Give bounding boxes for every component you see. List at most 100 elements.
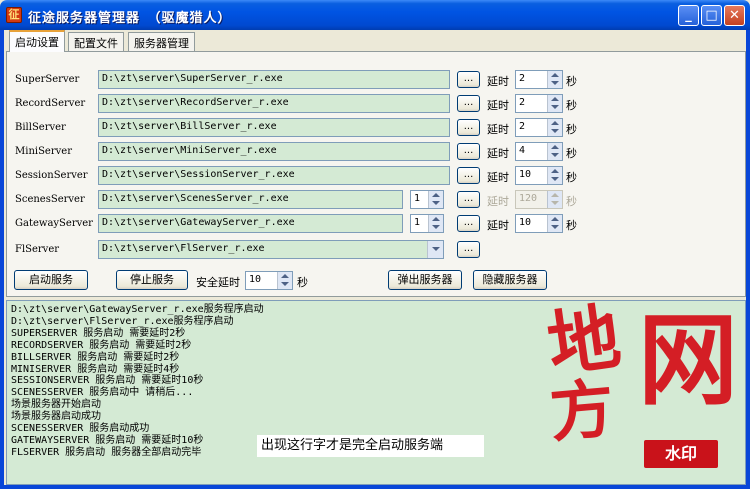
- tab-server-management[interactable]: 服务器管理: [128, 32, 195, 51]
- delay-spinner: 120: [515, 190, 563, 209]
- close-button[interactable]: ✕: [724, 5, 745, 26]
- maximize-button[interactable]: □: [701, 5, 722, 26]
- spinner-arrows[interactable]: [547, 95, 562, 112]
- spin-up-icon[interactable]: [281, 274, 289, 278]
- spin-down-icon[interactable]: [281, 282, 289, 286]
- start-service-button[interactable]: 启动服务: [14, 270, 88, 290]
- minimize-button[interactable]: _: [678, 5, 699, 26]
- spinner-arrows[interactable]: [547, 71, 562, 88]
- watermark-char-3: 网: [638, 301, 738, 419]
- window-frame-left: [0, 30, 4, 489]
- spin-up-icon[interactable]: [432, 193, 440, 197]
- delay-spinner[interactable]: 2: [515, 70, 563, 89]
- seconds-label: 秒: [566, 147, 577, 160]
- spin-up-icon[interactable]: [551, 121, 559, 125]
- seconds-label: 秒: [566, 123, 577, 136]
- browse-button[interactable]: ...: [457, 95, 480, 112]
- instance-count-spinner[interactable]: 1: [410, 190, 444, 209]
- browse-button[interactable]: ...: [457, 191, 480, 208]
- browse-button[interactable]: ...: [457, 215, 480, 232]
- log-line: MINISERVER 服务启动 需要延时4秒: [11, 363, 180, 375]
- browse-button[interactable]: ...: [457, 167, 480, 184]
- server-name-label: MiniServer: [15, 146, 72, 157]
- safe-delay-label: 安全延时: [196, 276, 240, 289]
- spin-up-icon[interactable]: [551, 217, 559, 221]
- spin-down-icon[interactable]: [551, 225, 559, 229]
- log-line: FLSERVER 服务启动 服务器全部启动完毕: [11, 446, 202, 458]
- delay-spinner[interactable]: 10: [515, 214, 563, 233]
- spin-up-icon[interactable]: [432, 217, 440, 221]
- title-bar[interactable]: 征 征途服务器管理器 （驱魔猎人） _ □ ✕: [0, 0, 750, 30]
- server-path-text: D:\zt\server\FlServer_r.exe: [102, 243, 265, 254]
- delay-label: 延时: [487, 75, 509, 88]
- server-name-label: BillServer: [15, 122, 66, 133]
- spin-up-icon[interactable]: [551, 145, 559, 149]
- spin-down-icon[interactable]: [551, 129, 559, 133]
- spinner-arrows[interactable]: [547, 167, 562, 184]
- delay-label: 延时: [487, 219, 509, 232]
- server-path-input[interactable]: D:\zt\server\SuperServer_r.exe: [98, 70, 450, 89]
- server-path-input[interactable]: D:\zt\server\SessionServer_r.exe: [98, 166, 450, 185]
- delay-value: 10: [519, 217, 532, 228]
- stop-service-button[interactable]: 停止服务: [116, 270, 188, 290]
- delay-value: 120: [519, 193, 538, 204]
- spin-up-icon[interactable]: [551, 169, 559, 173]
- annotation-note: 出现这行字才是完全启动服务端: [257, 435, 484, 457]
- app-icon[interactable]: 征: [6, 7, 22, 23]
- spinner-arrows[interactable]: [547, 215, 562, 232]
- delay-label: 延时: [487, 147, 509, 160]
- spinner-arrows[interactable]: [428, 191, 443, 208]
- delay-spinner[interactable]: 2: [515, 118, 563, 137]
- delay-value: 10: [519, 169, 532, 180]
- log-line: D:\zt\server\GatewayServer_r.exe服务程序启动: [11, 304, 264, 315]
- instance-count-spinner[interactable]: 1: [410, 214, 444, 233]
- chevron-down-icon: [432, 247, 440, 251]
- server-name-label: SuperServer: [15, 74, 80, 85]
- spinner-arrows[interactable]: [547, 143, 562, 160]
- log-line: SCENESSERVER 服务启动成功: [11, 423, 150, 434]
- delay-value: 2: [519, 97, 526, 108]
- delay-spinner[interactable]: 10: [515, 166, 563, 185]
- watermark-char-1: 地: [542, 293, 626, 388]
- log-line: GATEWAYSERVER 服务启动 需要延时10秒: [11, 434, 204, 446]
- spin-up-icon[interactable]: [551, 73, 559, 77]
- server-path-text: D:\zt\server\RecordServer_r.exe: [102, 97, 289, 108]
- server-path-input[interactable]: D:\zt\server\ScenesServer_r.exe: [98, 190, 403, 209]
- spinner-arrows[interactable]: [277, 272, 292, 289]
- spin-down-icon: [551, 201, 559, 205]
- browse-button[interactable]: ...: [457, 71, 480, 88]
- spin-down-icon[interactable]: [432, 225, 440, 229]
- log-output[interactable]: D:\zt\server\GatewayServer_r.exe服务程序启动 D:…: [6, 300, 746, 485]
- server-path-input[interactable]: D:\zt\server\GatewayServer_r.exe: [98, 214, 403, 233]
- browse-button[interactable]: ...: [457, 241, 480, 258]
- delay-spinner[interactable]: 4: [515, 142, 563, 161]
- spin-down-icon[interactable]: [551, 81, 559, 85]
- spinner-arrows[interactable]: [547, 119, 562, 136]
- seconds-label: 秒: [566, 219, 577, 232]
- log-line: 场景服务器启动成功: [11, 411, 101, 423]
- instance-count-value: 1: [414, 217, 421, 228]
- safe-delay-spinner[interactable]: 10: [245, 271, 293, 290]
- server-name-label: SessionServer: [15, 170, 88, 181]
- spinner-arrows[interactable]: [428, 215, 443, 232]
- server-path-combo[interactable]: D:\zt\server\FlServer_r.exe: [98, 240, 444, 259]
- browse-button[interactable]: ...: [457, 119, 480, 136]
- spin-down-icon[interactable]: [551, 177, 559, 181]
- server-name-label: GatewayServer: [15, 218, 93, 229]
- server-path-input[interactable]: D:\zt\server\RecordServer_r.exe: [98, 94, 450, 113]
- hide-server-button[interactable]: 隐藏服务器: [473, 270, 547, 290]
- server-path-input[interactable]: D:\zt\server\MiniServer_r.exe: [98, 142, 450, 161]
- popup-server-button[interactable]: 弹出服务器: [388, 270, 462, 290]
- spin-down-icon[interactable]: [551, 153, 559, 157]
- server-path-input[interactable]: D:\zt\server\BillServer_r.exe: [98, 118, 450, 137]
- spin-down-icon[interactable]: [432, 201, 440, 205]
- browse-button[interactable]: ...: [457, 143, 480, 160]
- spin-down-icon[interactable]: [551, 105, 559, 109]
- delay-spinner[interactable]: 2: [515, 94, 563, 113]
- seconds-label: 秒: [566, 195, 577, 208]
- server-path-text: D:\zt\server\SessionServer_r.exe: [102, 169, 295, 180]
- spin-up-icon[interactable]: [551, 97, 559, 101]
- tab-config-files[interactable]: 配置文件: [68, 32, 124, 51]
- dropdown-arrow-icon[interactable]: [427, 241, 443, 258]
- tab-startup-settings[interactable]: 启动设置: [9, 30, 65, 52]
